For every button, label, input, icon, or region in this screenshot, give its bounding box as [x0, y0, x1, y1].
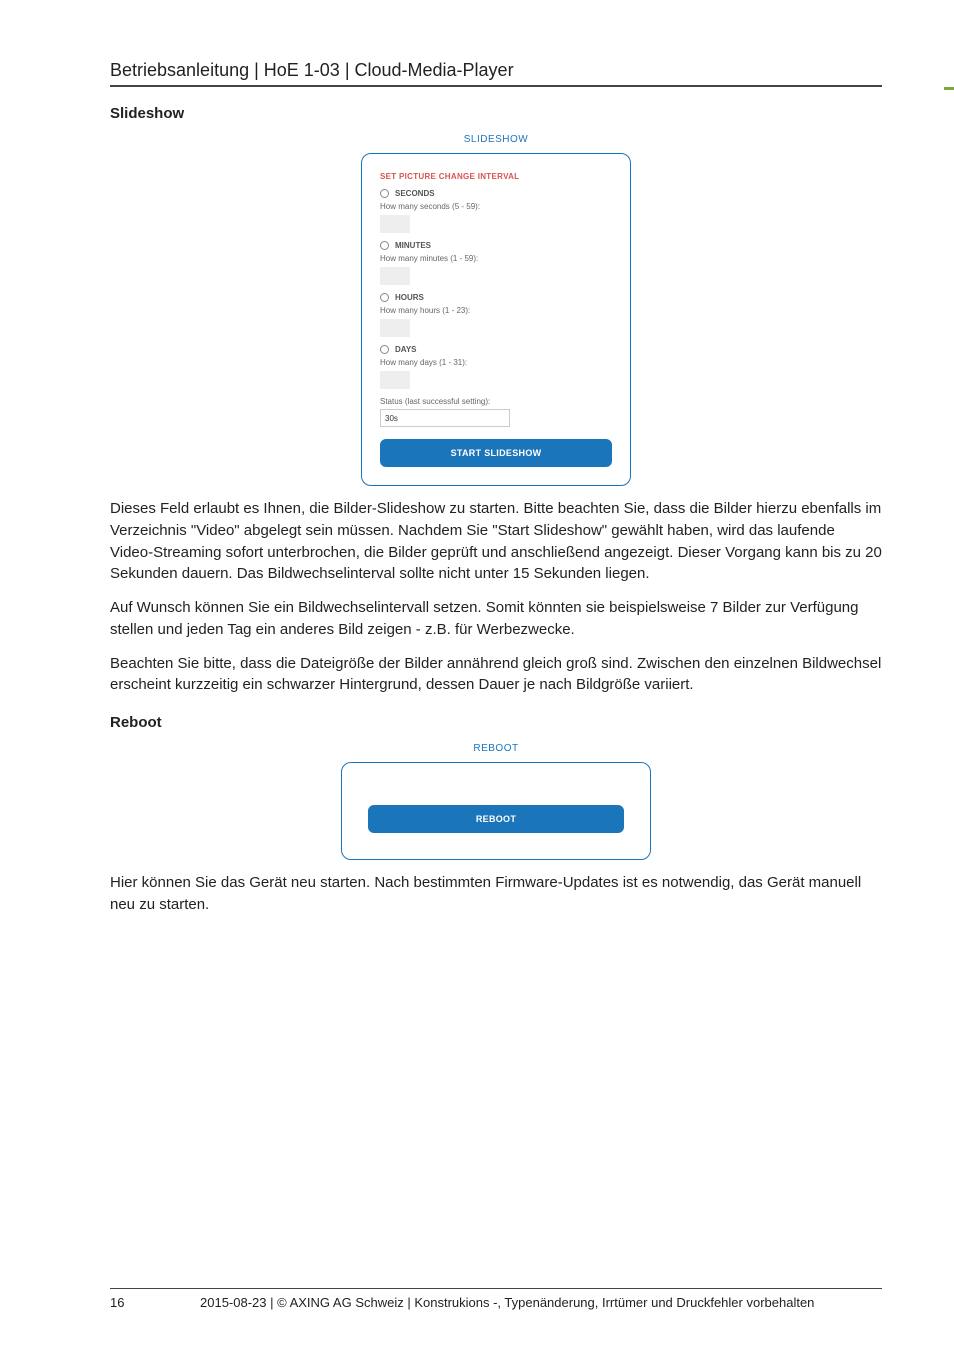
header-title: Betriebsanleitung | HoE 1-03 | Cloud-Med…	[110, 60, 882, 81]
radio-icon	[380, 293, 389, 302]
reboot-button-label: REBOOT	[476, 814, 516, 824]
reboot-paragraph-1: Hier können Sie das Gerät neu starten. N…	[110, 872, 882, 916]
status-label: Status (last successful setting):	[380, 397, 612, 406]
reboot-figure: REBOOT REBOOT	[110, 743, 882, 860]
slideshow-card-title: SLIDESHOW	[361, 134, 631, 145]
radio-icon	[380, 241, 389, 250]
footer-text: 2015-08-23 | © AXING AG Schweiz | Konstr…	[200, 1295, 882, 1310]
accent-bar	[944, 87, 954, 90]
section-heading-slideshow: Slideshow	[110, 105, 882, 122]
section-heading-reboot: Reboot	[110, 714, 882, 731]
start-slideshow-button-label: START SLIDESHOW	[451, 448, 542, 458]
radio-days[interactable]: DAYS	[380, 345, 612, 354]
slideshow-paragraph-2: Auf Wunsch können Sie ein Bildwechselint…	[110, 597, 882, 641]
radio-label-days: DAYS	[395, 345, 417, 354]
reboot-button[interactable]: REBOOT	[368, 805, 624, 833]
document-page: Betriebsanleitung | HoE 1-03 | Cloud-Med…	[0, 0, 954, 1350]
reboot-card: REBOOT	[341, 762, 651, 860]
slideshow-card: SET PICTURE CHANGE INTERVAL SECONDS How …	[361, 153, 631, 486]
slideshow-figure: SLIDESHOW SET PICTURE CHANGE INTERVAL SE…	[110, 134, 882, 486]
page-footer: 16 2015-08-23 | © AXING AG Schweiz | Kon…	[110, 1288, 882, 1310]
radio-label-minutes: MINUTES	[395, 241, 431, 250]
input-minutes[interactable]	[380, 267, 410, 285]
status-value-field	[380, 409, 510, 427]
start-slideshow-button[interactable]: START SLIDESHOW	[380, 439, 612, 467]
slideshow-paragraph-1: Dieses Feld erlaubt es Ihnen, die Bilder…	[110, 498, 882, 585]
reboot-card-title: REBOOT	[341, 743, 651, 754]
radio-seconds[interactable]: SECONDS	[380, 189, 612, 198]
radio-minutes[interactable]: MINUTES	[380, 241, 612, 250]
radio-label-hours: HOURS	[395, 293, 424, 302]
hint-seconds: How many seconds (5 - 59):	[380, 202, 612, 211]
input-hours[interactable]	[380, 319, 410, 337]
hint-hours: How many hours (1 - 23):	[380, 306, 612, 315]
page-header: Betriebsanleitung | HoE 1-03 | Cloud-Med…	[110, 60, 882, 87]
hint-days: How many days (1 - 31):	[380, 358, 612, 367]
radio-hours[interactable]: HOURS	[380, 293, 612, 302]
slideshow-paragraph-3: Beachten Sie bitte, dass die Dateigröße …	[110, 653, 882, 697]
input-seconds[interactable]	[380, 215, 410, 233]
page-number: 16	[110, 1295, 200, 1310]
hint-minutes: How many minutes (1 - 59):	[380, 254, 612, 263]
radio-icon	[380, 345, 389, 354]
interval-group-title: SET PICTURE CHANGE INTERVAL	[380, 172, 612, 181]
radio-icon	[380, 189, 389, 198]
input-days[interactable]	[380, 371, 410, 389]
radio-label-seconds: SECONDS	[395, 189, 435, 198]
